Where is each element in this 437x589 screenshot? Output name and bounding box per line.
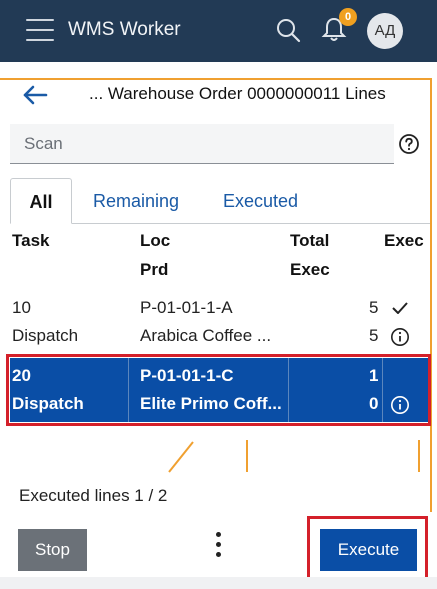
column-header-prd[interactable]: Prd (140, 260, 168, 280)
location: P-01-01-1-A (140, 298, 233, 317)
tab-bar: All Remaining Executed (10, 178, 430, 224)
executed-qty: 5 (369, 326, 379, 345)
tab-executed[interactable]: Executed (223, 178, 298, 224)
tab-all[interactable]: All (10, 178, 72, 224)
column-header-loc[interactable]: Loc (140, 231, 170, 251)
total-qty: 5 (369, 298, 379, 317)
product: Arabica Coffee ... (140, 326, 272, 345)
notification-badge: 0 (339, 8, 357, 26)
column-header-total[interactable]: Total (290, 231, 329, 251)
more-vertical-icon[interactable] (212, 532, 224, 566)
tab-remaining[interactable]: Remaining (93, 178, 179, 224)
app-title: WMS Worker (68, 19, 181, 40)
arrow-left-icon[interactable] (20, 83, 50, 107)
column-header-exec[interactable]: Exec (384, 231, 424, 251)
stop-button[interactable]: Stop (18, 529, 87, 571)
check-icon (392, 302, 408, 314)
question-circle-icon[interactable] (398, 133, 420, 155)
search-icon[interactable] (274, 16, 302, 44)
task-type: Dispatch (12, 326, 79, 345)
column-header-task[interactable]: Task (12, 231, 50, 251)
main-panel: ... Warehouse Order 0000000011 Lines All… (0, 62, 437, 589)
app-header: WMS Worker 0 АД (0, 0, 437, 62)
task-number: 10 (12, 298, 31, 317)
selection-highlight (6, 354, 431, 426)
menu-icon[interactable] (26, 19, 54, 43)
column-header-total-exec[interactable]: Exec (290, 260, 330, 280)
bottom-bar (0, 577, 437, 589)
scan-input[interactable] (10, 124, 394, 164)
table-row[interactable]: 10 Dispatch P-01-01-1-A Arabica Coffee .… (0, 294, 437, 354)
page-title: ... Warehouse Order 0000000011 Lines (89, 84, 386, 103)
execute-button[interactable]: Execute (320, 529, 417, 571)
executed-lines-status: Executed lines 1 / 2 (19, 486, 168, 505)
avatar[interactable]: АД (367, 13, 403, 49)
info-icon[interactable] (390, 327, 410, 347)
